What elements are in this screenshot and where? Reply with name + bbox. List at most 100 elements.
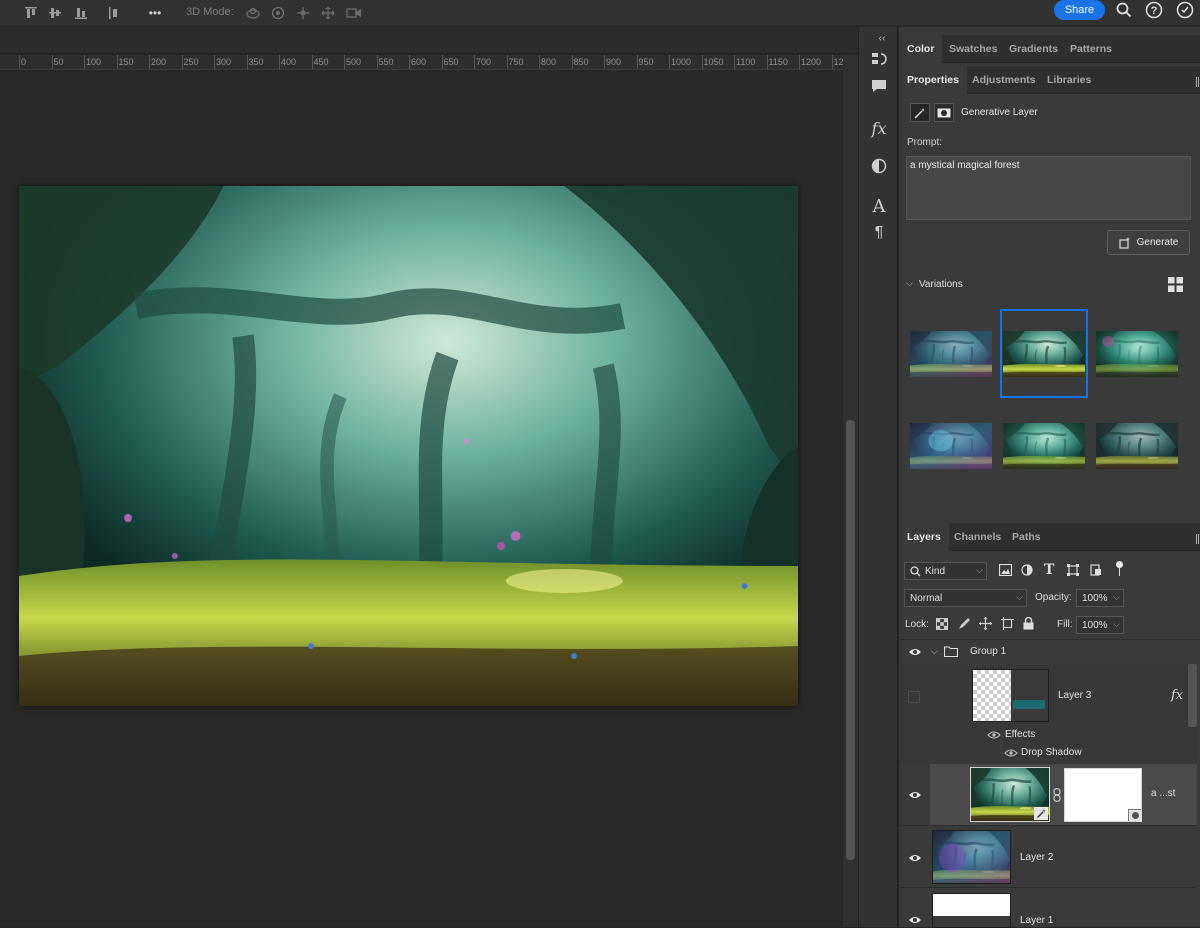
visibility-eye-icon[interactable] <box>908 647 922 657</box>
layers-scrollbar-thumb[interactable] <box>1188 664 1197 727</box>
adjustments-icon[interactable] <box>868 155 890 177</box>
paragraph-icon[interactable]: ¶ <box>868 222 890 244</box>
ruler-tick-line <box>636 55 638 69</box>
ruler-tick-label: 1150 <box>768 57 788 67</box>
align-vertical-centers-icon[interactable] <box>45 3 65 23</box>
visibility-eye-icon[interactable] <box>908 853 922 863</box>
chevron-down-icon[interactable]: ⌵ <box>906 278 913 289</box>
horizontal-ruler: 0 50 100 150 200 250 300 350 400 450 500 550 600 650 7… <box>0 55 843 70</box>
effects-eye-icon[interactable] <box>987 730 1001 740</box>
mask-icon[interactable] <box>934 103 954 122</box>
layers-menu-icon[interactable] <box>1196 534 1199 544</box>
panel-icon-dock: ‹‹ fx A ¶ <box>858 27 898 927</box>
help-icon[interactable]: ? <box>1144 0 1164 20</box>
forest-artwork <box>19 186 798 706</box>
ruler-tick-label: 1050 <box>703 57 724 67</box>
fill-value: 100% <box>1082 619 1108 631</box>
filter-adjustment-icon[interactable] <box>1021 564 1033 576</box>
tab-channels[interactable]: Channels <box>946 523 1009 551</box>
filter-type-icon[interactable]: T <box>1044 562 1054 578</box>
layer-row-generative[interactable]: a ...st <box>899 764 1197 825</box>
chevron-down-icon[interactable]: ⌵ <box>931 646 938 657</box>
cloud-documents-icon[interactable] <box>1175 0 1195 20</box>
ruler-tick-line <box>441 55 443 69</box>
ruler-tick-label: 100 <box>86 57 102 67</box>
drop-shadow-eye-icon[interactable] <box>1004 748 1018 758</box>
layer-row-group-1[interactable]: ⌵ Group 1 <box>899 640 1197 664</box>
tab-adjustments[interactable]: Adjustments <box>964 66 1044 94</box>
lock-transparent-icon[interactable] <box>936 618 948 630</box>
history-icon[interactable] <box>868 48 890 70</box>
3d-camera-icon[interactable] <box>344 3 364 23</box>
generate-button[interactable]: Generate <box>1107 230 1190 255</box>
thumbnail-screenshot-part <box>1011 670 1048 721</box>
layer-1-thumbnail <box>932 893 1011 928</box>
tab-paths[interactable]: Paths <box>1004 523 1049 551</box>
layer-row-layer-3[interactable]: Layer 3 fx Effects Drop Shadow <box>899 664 1197 764</box>
ruler-tick-line <box>246 55 248 69</box>
scrollbar-thumb[interactable] <box>846 420 855 860</box>
grid-view-icon[interactable] <box>1168 277 1183 292</box>
generative-layer-thumbnail <box>970 767 1050 822</box>
variation-thumbnail-6[interactable] <box>1096 423 1178 469</box>
opacity-input[interactable]: 100% ⌵ <box>1076 589 1124 607</box>
share-button[interactable]: Share <box>1054 0 1105 20</box>
tab-layers[interactable]: Layers <box>899 523 949 551</box>
3d-pan-icon[interactable] <box>293 3 313 23</box>
prompt-input[interactable]: a mystical magical forest <box>906 156 1191 220</box>
ruler-tick-label: 600 <box>411 57 427 67</box>
tab-properties[interactable]: Properties <box>899 66 967 94</box>
layer-name: Layer 1 <box>1020 915 1054 926</box>
tab-patterns[interactable]: Patterns <box>1062 35 1120 63</box>
align-bottom-edges-icon[interactable] <box>71 3 91 23</box>
collapse-panels-icon[interactable]: ‹‹ <box>871 27 893 49</box>
variation-thumbnail-4[interactable] <box>910 423 992 469</box>
layer-name: Group 1 <box>970 646 1007 657</box>
more-options-button[interactable]: ••• <box>145 3 165 23</box>
tab-swatches[interactable]: Swatches <box>941 35 1005 63</box>
ruler-tick-line <box>669 55 670 69</box>
layer-filter-kind-select[interactable]: Kind ⌵ <box>904 562 987 580</box>
panel-menu-icon[interactable] <box>1196 77 1199 87</box>
visibility-eye-icon[interactable] <box>908 915 922 925</box>
layer-row-layer-1[interactable]: Layer 1 <box>899 887 1197 928</box>
document-image[interactable] <box>19 186 798 706</box>
3d-slide-icon[interactable] <box>318 3 338 23</box>
character-icon[interactable]: A <box>868 195 890 217</box>
color-panel-tabs: Color Swatches Gradients Patterns <box>899 35 1200 63</box>
search-icon[interactable] <box>1114 0 1134 20</box>
ruler-tick-line <box>51 55 53 69</box>
filter-shape-icon[interactable] <box>1067 564 1079 576</box>
filter-toggle-icon[interactable] <box>1116 561 1123 568</box>
variation-thumbnail-3[interactable] <box>1096 331 1178 377</box>
layer-row-layer-2[interactable]: Layer 2 <box>899 825 1197 887</box>
variation-thumbnail-1[interactable] <box>910 331 992 377</box>
layer-mask-thumbnail[interactable] <box>1064 768 1142 822</box>
tab-libraries[interactable]: Libraries <box>1039 66 1099 94</box>
fx-badge[interactable]: fx <box>1171 688 1183 703</box>
lock-artboard-icon[interactable] <box>1001 617 1014 630</box>
tab-color[interactable]: Color <box>899 35 943 63</box>
filter-pixel-icon[interactable] <box>999 564 1012 576</box>
visibility-toggle-off[interactable] <box>908 691 920 703</box>
ruler-tick-label: 700 <box>476 57 492 67</box>
mask-link-icon[interactable] <box>1053 788 1061 802</box>
align-top-edges-icon[interactable] <box>21 3 41 23</box>
tab-gradients[interactable]: Gradients <box>1001 35 1066 63</box>
styles-fx-icon[interactable]: fx <box>868 117 890 139</box>
lock-position-icon[interactable] <box>979 617 992 630</box>
comments-icon[interactable] <box>868 75 890 97</box>
lock-all-icon[interactable] <box>1023 617 1034 630</box>
3d-roll-icon[interactable] <box>268 3 288 23</box>
fill-input[interactable]: 100% ⌵ <box>1076 616 1124 634</box>
canvas-vertical-scrollbar[interactable] <box>843 55 858 927</box>
3d-orbit-icon[interactable] <box>243 3 263 23</box>
lock-pixels-icon[interactable] <box>958 617 971 630</box>
blend-mode-select[interactable]: Normal ⌵ <box>904 589 1027 607</box>
visibility-eye-icon[interactable] <box>908 790 922 800</box>
prompt-label: Prompt: <box>907 137 943 148</box>
filter-smart-object-icon[interactable] <box>1090 564 1102 576</box>
distribute-icon[interactable] <box>104 3 124 23</box>
variation-thumbnail-5[interactable] <box>1003 423 1085 469</box>
canvas-area[interactable] <box>0 70 843 927</box>
